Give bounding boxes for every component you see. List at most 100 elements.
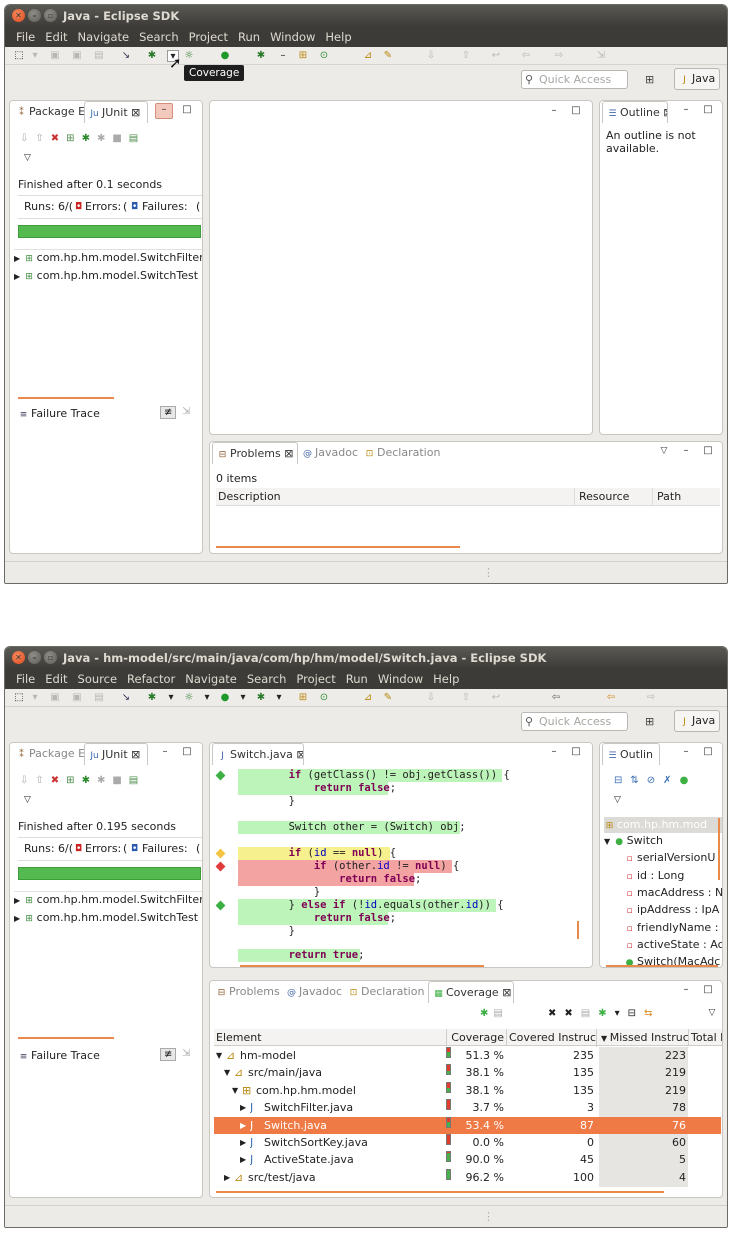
outline-item-field[interactable]: ▫ friendlyName : bbox=[624, 921, 722, 934]
new-package-icon[interactable]: ⊞ bbox=[297, 692, 309, 704]
menu-source[interactable]: Source bbox=[73, 669, 123, 689]
java-perspective-button[interactable]: J Java bbox=[674, 68, 721, 90]
coverage-dropdown-icon[interactable]: ▾ bbox=[165, 692, 177, 704]
debug-config-icon[interactable]: ☼ bbox=[183, 50, 195, 62]
expand-arrow-icon[interactable]: ▶ bbox=[240, 1117, 246, 1134]
menu-window[interactable]: Window bbox=[265, 27, 320, 47]
menu-project[interactable]: Project bbox=[184, 27, 233, 47]
menu-search[interactable]: Search bbox=[134, 27, 184, 47]
expand-arrow-icon[interactable]: ▶ bbox=[240, 1134, 246, 1151]
filter-stack-icon[interactable]: ≢ bbox=[160, 1048, 177, 1061]
tab-declaration[interactable]: ⊡ Declaration bbox=[344, 981, 434, 1003]
expand-arrow-icon[interactable]: ▶ bbox=[240, 1099, 246, 1116]
expand-arrow-icon[interactable]: ▶ bbox=[14, 914, 20, 923]
outline-item-field[interactable]: ▫ activeState : Ac bbox=[624, 938, 722, 951]
tab-junit[interactable]: Ju JUnit ⊠ bbox=[84, 101, 148, 123]
quick-access-input[interactable]: ⚲ Quick Access bbox=[521, 70, 628, 89]
external-tools-dropdown-icon[interactable]: ▾ bbox=[273, 692, 285, 704]
search-tool-icon[interactable]: ✎ bbox=[382, 50, 394, 62]
column-path[interactable]: Path bbox=[652, 488, 681, 506]
minimize-icon[interactable]: – bbox=[680, 984, 692, 996]
tab-junit[interactable]: Ju JUnit ⊠ bbox=[84, 743, 148, 765]
coverage-row-selected[interactable]: ▶ J Switch.java 53.4 % 87 76 bbox=[214, 1116, 721, 1134]
minimize-window-icon[interactable]: – bbox=[28, 9, 41, 22]
history-icon[interactable]: ▤ bbox=[129, 775, 145, 786]
new-class-icon[interactable]: ⊙ bbox=[318, 50, 330, 62]
maximize-icon[interactable]: □ bbox=[702, 104, 714, 116]
outline-item-field[interactable]: ▫ serialVersionU bbox=[624, 851, 722, 864]
maximize-icon[interactable]: □ bbox=[570, 105, 582, 117]
scrollbar-indicator[interactable] bbox=[718, 818, 720, 880]
prev-failure-icon[interactable]: ⇧ bbox=[35, 133, 50, 144]
run-icon[interactable]: ● bbox=[219, 692, 231, 704]
column-total[interactable]: Total I bbox=[688, 1029, 722, 1046]
compare-result-icon[interactable]: ⇲ bbox=[182, 1048, 190, 1059]
expand-arrow-icon[interactable]: ▼ bbox=[232, 1082, 238, 1099]
skip-breakpoints-icon[interactable]: ↘ bbox=[120, 692, 132, 704]
coverage-row[interactable]: ▶ ⊿ src/test/java 96.2 % 100 4 bbox=[214, 1168, 721, 1186]
expand-arrow-icon[interactable]: ▼ bbox=[604, 837, 610, 846]
horizontal-scrollbar-indicator[interactable] bbox=[216, 1191, 664, 1193]
back-icon[interactable]: ⇦ bbox=[550, 692, 562, 704]
rerun-icon[interactable]: ✱ bbox=[82, 133, 97, 144]
menu-file[interactable]: File bbox=[11, 669, 40, 689]
tab-coverage[interactable]: ▦ Coverage ⊠ bbox=[428, 981, 514, 1003]
select-session-icon[interactable]: ✱ bbox=[598, 1008, 614, 1019]
expand-arrow-icon[interactable]: ▼ bbox=[224, 1064, 230, 1081]
outline-item-class[interactable]: ▼ ● Switch bbox=[604, 834, 722, 847]
debug-dropdown-icon[interactable]: ▾ bbox=[201, 692, 213, 704]
stop-icon[interactable]: ■ bbox=[112, 775, 128, 786]
expand-arrow-icon[interactable]: ▶ bbox=[14, 896, 20, 905]
merge-sessions-icon[interactable]: ▤ bbox=[493, 1008, 507, 1019]
menu-navigate[interactable]: Navigate bbox=[180, 669, 242, 689]
relaunch-icon[interactable]: ✱ bbox=[480, 1008, 493, 1019]
tab-declaration[interactable]: ⊡ Declaration bbox=[360, 442, 450, 464]
remove-all-icon[interactable]: ✖ bbox=[564, 1008, 580, 1019]
tab-switch-java[interactable]: J Switch.java ⊠ bbox=[212, 743, 304, 765]
close-window-icon[interactable]: ✕ bbox=[12, 651, 25, 664]
menu-refactor[interactable]: Refactor bbox=[122, 669, 180, 689]
test-list-item[interactable]: ▶ ⊞ com.hp.hm.model.SwitchFilter' bbox=[14, 893, 202, 906]
run-icon[interactable]: ● bbox=[219, 50, 231, 62]
new-icon[interactable]: ⬚ bbox=[13, 50, 25, 62]
rerun-failed-icon[interactable]: ✱ bbox=[97, 775, 112, 786]
maximize-window-icon[interactable]: ▫ bbox=[44, 651, 57, 664]
tab-problems[interactable]: ⊟ Problems bbox=[212, 981, 282, 1003]
view-menu-icon[interactable]: ▽ bbox=[24, 795, 31, 805]
next-failure-icon[interactable]: ⇩ bbox=[20, 133, 35, 144]
tab-problems[interactable]: ⊟ Problems ⊠ bbox=[212, 442, 298, 464]
external-tools-icon[interactable]: ✱ bbox=[255, 692, 267, 704]
open-type-icon[interactable]: ⊿ bbox=[362, 50, 374, 62]
link-editor-icon[interactable]: ⇆ bbox=[644, 1008, 660, 1019]
hide-static-icon[interactable]: ✗ bbox=[663, 775, 679, 786]
maximize-icon[interactable]: □ bbox=[702, 445, 714, 457]
coverage-row[interactable]: ▼ ⊿ hm-model 51.3 % 235 223 bbox=[214, 1047, 721, 1064]
minimize-icon[interactable]: – bbox=[680, 104, 692, 116]
column-coverage[interactable]: Coverage bbox=[446, 1029, 506, 1046]
menu-run[interactable]: Run bbox=[233, 27, 265, 47]
tab-javadoc[interactable]: @ Javadoc bbox=[298, 442, 360, 464]
test-list-item[interactable]: ▶ ⊞ com.hp.hm.model.SwitchTest [ bbox=[14, 911, 202, 924]
outline-item-package[interactable]: ⊞ com.hp.hm.mod bbox=[604, 817, 722, 833]
tab-outline[interactable]: ☰Outline ⊠ bbox=[602, 101, 668, 123]
run-dropdown-icon[interactable]: ▾ bbox=[237, 692, 249, 704]
tab-package-explorer[interactable]: ⁑ Package E bbox=[12, 743, 84, 765]
dropdown-arrow-icon[interactable]: ▾ bbox=[29, 50, 41, 62]
minimize-icon[interactable]: – bbox=[548, 105, 560, 117]
view-menu-icon[interactable]: ▽ bbox=[614, 795, 621, 805]
outline-item-field[interactable]: ▫ macAddress : N bbox=[624, 886, 722, 899]
external-tools-dropdown-icon[interactable]: – bbox=[277, 50, 289, 62]
menu-help[interactable]: Help bbox=[428, 669, 464, 689]
maximize-icon[interactable]: □ bbox=[702, 984, 714, 996]
new-icon[interactable]: ⬚ bbox=[13, 692, 25, 704]
coverage-row[interactable]: ▼ ⊞ com.hp.hm.model 38.1 % 135 219 bbox=[214, 1081, 721, 1099]
minimize-window-icon[interactable]: – bbox=[28, 651, 41, 664]
coverage-row[interactable]: ▼ ⊿ src/main/java 38.1 % 135 219 bbox=[214, 1064, 721, 1081]
debug-icon[interactable]: ☼ bbox=[183, 692, 195, 704]
maximize-icon[interactable]: □ bbox=[570, 746, 582, 758]
history-icon[interactable]: ▤ bbox=[129, 133, 145, 144]
rerun-icon[interactable]: ✱ bbox=[82, 775, 97, 786]
expand-arrow-icon[interactable]: ▶ bbox=[14, 272, 20, 281]
close-tab-icon[interactable]: ⊠ bbox=[131, 106, 140, 119]
open-perspective-icon[interactable]: ⊞ bbox=[645, 715, 654, 728]
